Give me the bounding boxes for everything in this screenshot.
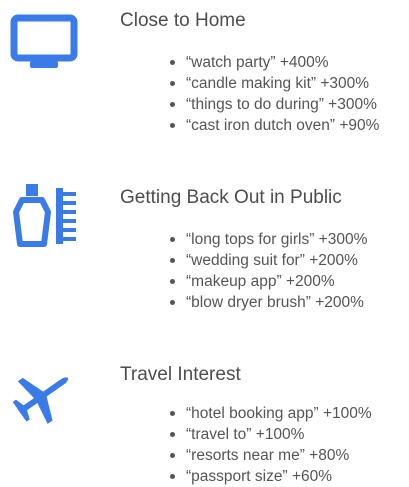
list-item: “resorts near me” +80% (170, 445, 372, 466)
airplane-icon (10, 364, 80, 429)
list-item: “passport size” +60% (170, 466, 372, 487)
list-item: “candle making kit” +300% (170, 73, 379, 94)
list-item: “wedding suit for” +200% (170, 250, 367, 271)
list-item: “things to do during” +300% (170, 94, 379, 115)
trend-list: “long tops for girls” +300% “wedding sui… (170, 229, 367, 313)
list-item: “watch party” +400% (170, 52, 379, 73)
list-item: “long tops for girls” +300% (170, 229, 367, 250)
beauty-products-icon (10, 182, 80, 257)
list-item: “hotel booking app” +100% (170, 403, 372, 424)
trend-list: “hotel booking app” +100% “travel to” +1… (170, 403, 372, 487)
monitor-icon (10, 14, 78, 75)
trend-list: “watch party” +400% “candle making kit” … (170, 52, 379, 136)
list-item: “cast iron dutch oven” +90% (170, 115, 379, 136)
list-item: “travel to” +100% (170, 424, 372, 445)
list-item: “makeup app” +200% (170, 271, 367, 292)
section-title: Getting Back Out in Public (120, 187, 342, 208)
section-title: Travel Interest (120, 364, 241, 385)
list-item: “blow dryer brush” +200% (170, 292, 367, 313)
section-title: Close to Home (120, 10, 246, 31)
